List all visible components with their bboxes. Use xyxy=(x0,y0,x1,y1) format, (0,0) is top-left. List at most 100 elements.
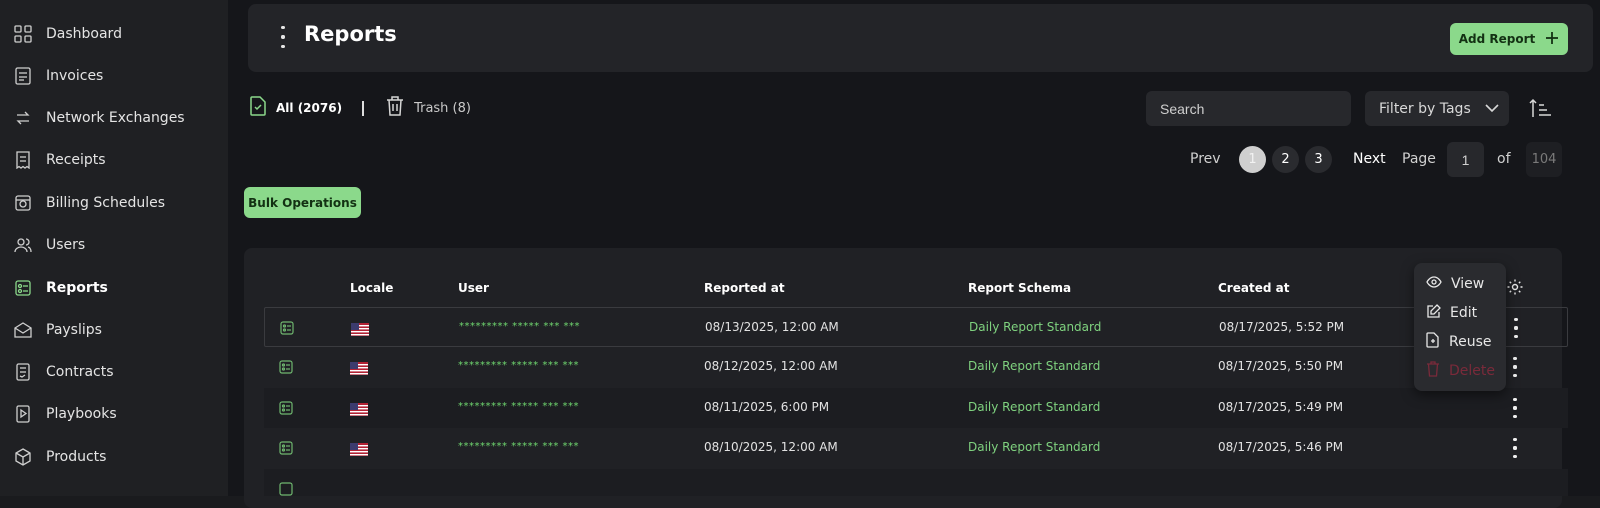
users-icon xyxy=(14,236,32,254)
header-more-button[interactable] xyxy=(276,26,290,48)
trash-icon xyxy=(1426,361,1440,381)
reported-at-cell: 08/13/2025, 12:00 AM xyxy=(705,320,839,334)
column-header-reported-at[interactable]: Reported at xyxy=(704,281,785,295)
created-at-cell: 08/17/2025, 5:52 PM xyxy=(1219,320,1345,334)
us-flag-icon xyxy=(351,321,369,336)
row-actions-button[interactable] xyxy=(1510,357,1520,377)
billing-icon xyxy=(14,194,32,212)
chevron-down-icon xyxy=(1485,101,1499,117)
sidebar-item-dashboard[interactable]: Dashboard xyxy=(0,14,228,54)
page-number-input[interactable] xyxy=(1447,142,1484,177)
schema-cell[interactable]: Daily Report Standard xyxy=(968,440,1100,454)
sidebar-item-invoices[interactable]: Invoices xyxy=(0,56,228,96)
menu-item-label: View xyxy=(1451,276,1485,292)
page-2-button[interactable]: 2 xyxy=(1272,146,1299,173)
playbook-icon xyxy=(14,405,32,423)
sidebar-item-label: Reports xyxy=(46,280,108,296)
sidebar-item-playbooks[interactable]: Playbooks xyxy=(0,394,228,434)
page-title: Reports xyxy=(304,22,397,46)
menu-item-label: Delete xyxy=(1449,363,1495,379)
sidebar-item-label: Network Exchanges xyxy=(46,110,185,126)
reported-at-cell: 08/11/2025, 6:00 PM xyxy=(704,400,830,414)
tab-all-label: All (2076) xyxy=(276,101,343,115)
add-report-label: Add Report xyxy=(1458,32,1536,46)
created-at-cell: 08/17/2025, 5:49 PM xyxy=(1218,400,1344,414)
column-header-user[interactable]: User xyxy=(458,281,489,295)
file-check-icon xyxy=(250,96,266,120)
sidebar-item-label: Playbooks xyxy=(46,406,117,422)
table-row[interactable]: ********* ***** *** *** 08/10/2025, 12:0… xyxy=(264,428,1568,468)
report-file-icon xyxy=(278,400,294,416)
row-actions-button[interactable] xyxy=(1511,318,1521,338)
schema-cell[interactable]: Daily Report Standard xyxy=(968,359,1100,373)
table-row[interactable]: ********* ***** *** *** 08/13/2025, 12:0… xyxy=(264,307,1568,347)
page-label: Page xyxy=(1402,151,1436,167)
page-1-button[interactable]: 1 xyxy=(1239,146,1266,173)
main-content: Reports Add Report All (2076) Trash (8) … xyxy=(228,0,1600,508)
sidebar-item-label: Billing Schedules xyxy=(46,195,165,211)
menu-item-edit[interactable]: Edit xyxy=(1426,302,1477,324)
add-report-button[interactable]: Add Report xyxy=(1450,23,1568,55)
column-header-locale[interactable]: Locale xyxy=(350,281,393,295)
us-flag-icon xyxy=(350,401,368,416)
sidebar-item-billing-schedules[interactable]: Billing Schedules xyxy=(0,183,228,223)
of-label: of xyxy=(1497,151,1511,167)
menu-item-label: Reuse xyxy=(1449,334,1492,350)
user-cell[interactable]: ********* ***** *** *** xyxy=(458,360,579,371)
eye-icon xyxy=(1426,276,1442,292)
sidebar-item-products[interactable]: Products xyxy=(0,437,228,477)
sidebar-item-payslips[interactable]: Payslips xyxy=(0,310,228,350)
tab-all[interactable]: All (2076) xyxy=(250,96,342,120)
row-actions-button[interactable] xyxy=(1510,398,1520,418)
total-pages: 104 xyxy=(1526,142,1562,177)
contract-icon xyxy=(14,363,32,381)
edit-icon xyxy=(1426,303,1441,323)
menu-item-reuse[interactable]: Reuse xyxy=(1426,331,1492,353)
sidebar-item-label: Contracts xyxy=(46,364,114,380)
sidebar-item-label: Payslips xyxy=(46,322,102,338)
payslip-icon xyxy=(14,321,32,339)
user-cell[interactable]: ********* ***** *** *** xyxy=(458,441,579,452)
sort-icon[interactable] xyxy=(1528,96,1554,122)
menu-item-delete[interactable]: Delete xyxy=(1426,360,1495,382)
filter-by-tags-dropdown[interactable]: Filter by Tags xyxy=(1365,91,1509,126)
sidebar-item-receipts[interactable]: Receipts xyxy=(0,140,228,180)
sidebar-item-reports[interactable]: Reports xyxy=(0,268,228,308)
us-flag-icon xyxy=(350,441,368,456)
schema-cell[interactable]: Daily Report Standard xyxy=(968,400,1100,414)
page-3-button[interactable]: 3 xyxy=(1305,146,1332,173)
tab-trash[interactable]: Trash (8) xyxy=(386,96,471,120)
invoice-icon xyxy=(14,67,32,85)
row-actions-menu: View Edit Reuse Delete xyxy=(1414,263,1506,391)
reports-icon xyxy=(14,279,32,297)
sidebar-item-label: Users xyxy=(46,237,86,253)
column-header-created-at[interactable]: Created at xyxy=(1218,281,1289,295)
table-row[interactable]: ********* ***** *** *** 08/12/2025, 12:0… xyxy=(264,347,1568,387)
bulk-operations-button[interactable]: Bulk Operations xyxy=(244,187,361,218)
user-cell[interactable]: ********* ***** *** *** xyxy=(459,321,580,332)
reported-at-cell: 08/12/2025, 12:00 AM xyxy=(704,359,838,373)
report-file-icon xyxy=(279,320,295,336)
schema-cell[interactable]: Daily Report Standard xyxy=(969,320,1101,334)
user-cell[interactable]: ********* ***** *** *** xyxy=(458,401,579,412)
sidebar-item-label: Receipts xyxy=(46,152,106,168)
sidebar-item-contracts[interactable]: Contracts xyxy=(0,352,228,392)
sidebar-item-label: Invoices xyxy=(46,68,104,84)
table-row[interactable] xyxy=(264,469,1568,496)
trash-icon xyxy=(386,96,404,120)
sidebar-item-users[interactable]: Users xyxy=(0,225,228,265)
menu-item-view[interactable]: View xyxy=(1426,273,1484,295)
table-row[interactable]: ********* ***** *** *** 08/11/2025, 6:00… xyxy=(264,388,1568,428)
tab-trash-label: Trash (8) xyxy=(414,100,471,116)
next-button[interactable]: Next xyxy=(1353,151,1386,167)
exchange-icon xyxy=(14,109,32,127)
sidebar-item-network-exchanges[interactable]: Network Exchanges xyxy=(0,98,228,138)
prev-button[interactable]: Prev xyxy=(1190,151,1221,167)
column-header-report-schema[interactable]: Report Schema xyxy=(968,281,1071,295)
row-actions-button[interactable] xyxy=(1510,438,1520,458)
sidebar-item-label: Dashboard xyxy=(46,26,122,42)
page-header: Reports Add Report xyxy=(248,4,1593,72)
gear-icon[interactable] xyxy=(1506,278,1524,296)
search-input[interactable] xyxy=(1146,91,1351,126)
products-icon xyxy=(14,448,32,466)
